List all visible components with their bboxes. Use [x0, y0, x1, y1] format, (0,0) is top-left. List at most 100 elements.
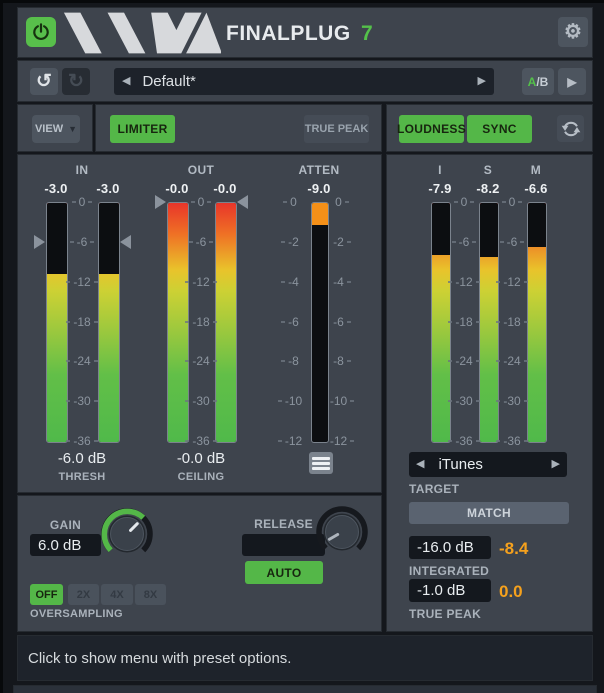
gain-knob[interactable]: [99, 506, 155, 562]
atten-meter-header: ATTEN: [289, 163, 349, 177]
power-button[interactable]: [26, 17, 56, 47]
ceiling-value[interactable]: -0.0 dB: [161, 450, 241, 467]
scale-label: -24: [442, 355, 486, 368]
scale-label: -2: [268, 235, 312, 248]
redo-button[interactable]: ↻: [62, 68, 90, 95]
target-selector[interactable]: ◀ iTunes ▶: [409, 452, 567, 477]
auto-label: AUTO: [267, 566, 302, 580]
bottom-strip: [13, 685, 597, 693]
in-right-peak-value: -3.0: [86, 181, 130, 196]
oversampling-4x-button[interactable]: 4X: [101, 584, 133, 605]
integrated-target-field[interactable]: -16.0 dB: [409, 536, 491, 559]
thresh-marker-right[interactable]: [120, 235, 131, 249]
play-preset-button[interactable]: ▶: [558, 68, 586, 95]
settings-button[interactable]: ⚙: [558, 17, 588, 47]
loudness-meter-value: -7.9: [418, 181, 462, 196]
scale-label: -8: [268, 355, 312, 368]
oversampling-off-button[interactable]: OFF: [30, 584, 63, 605]
scale-label: 0: [60, 196, 104, 209]
view-menu-button[interactable]: VIEW ▼: [32, 115, 80, 143]
integrated-label: INTEGRATED: [409, 564, 489, 578]
limiter-label: LIMITER: [117, 122, 167, 136]
thresh-label: THRESH: [42, 471, 122, 483]
reset-loudness-button[interactable]: [557, 115, 584, 142]
gain-value-field[interactable]: 6.0 dB: [30, 534, 101, 556]
ab-compare-button[interactable]: A/B: [522, 68, 554, 95]
loudness-meter-value: -6.6: [514, 181, 558, 196]
scale-label: -30: [60, 395, 104, 408]
out-left-peak-value: -0.0: [155, 181, 199, 196]
scale-label: -18: [442, 315, 486, 328]
scale-label: -30: [442, 395, 486, 408]
scale-label: -2: [320, 235, 364, 248]
loudness-panel: ◀ iTunes ▶ TARGET MATCH -16.0 dB -8.4 IN…: [386, 154, 593, 632]
release-knob[interactable]: [314, 504, 370, 560]
wave-arts-logo: [61, 10, 221, 56]
match-button[interactable]: MATCH: [409, 502, 569, 524]
loudness-toggle[interactable]: LOUDNESS: [399, 115, 464, 143]
refresh-icon: [560, 118, 582, 140]
scale-label: -12: [490, 275, 534, 288]
loudness-meter-header: I: [420, 163, 460, 177]
loudness-meter-header: S: [468, 163, 508, 177]
release-auto-toggle[interactable]: AUTO: [245, 561, 323, 584]
undo-button[interactable]: ↺: [30, 68, 58, 95]
scale-label: -6: [179, 235, 223, 248]
scale-label: -12: [179, 275, 223, 288]
scale-label: -10: [268, 395, 312, 408]
in-meter-header: IN: [52, 163, 112, 177]
oversampling-2x-button[interactable]: 2X: [68, 584, 99, 605]
oversampling-8x-button[interactable]: 8X: [135, 584, 166, 605]
in-left-peak-value: -3.0: [34, 181, 78, 196]
atten-menu-button[interactable]: [309, 452, 333, 474]
scale-label: -6: [320, 315, 364, 328]
scale-label: -36: [442, 435, 486, 448]
loudness-section-header: LOUDNESS SYNC: [386, 104, 593, 152]
undo-icon: ↺: [36, 70, 52, 93]
limiter-section: LIMITER TRUE PEAK: [95, 104, 382, 152]
release-label: RELEASE: [242, 517, 325, 531]
ceiling-marker-left[interactable]: [155, 195, 166, 209]
scale-label: 0: [320, 196, 364, 209]
preset-next-icon[interactable]: ▶: [478, 76, 486, 87]
preset-selector[interactable]: ◀ Default* ▶: [114, 68, 494, 95]
scale-label: -24: [490, 355, 534, 368]
true-peak-readout: 0.0: [499, 582, 523, 602]
preset-name[interactable]: Default*: [142, 73, 195, 90]
preset-prev-icon[interactable]: ◀: [122, 76, 130, 87]
thresh-marker-left[interactable]: [34, 235, 45, 249]
loudness-meter-value: -8.2: [466, 181, 510, 196]
true-peak-target-field[interactable]: -1.0 dB: [409, 579, 491, 602]
thresh-value[interactable]: -6.0 dB: [42, 450, 122, 467]
ceiling-marker-right[interactable]: [237, 195, 248, 209]
sync-toggle[interactable]: SYNC: [467, 115, 532, 143]
scale-label: -18: [179, 315, 223, 328]
scale-label: -30: [179, 395, 223, 408]
target-value[interactable]: iTunes: [438, 456, 482, 473]
preset-bar: ↺ ↻ ◀ Default* ▶ A/B ▶: [17, 60, 593, 102]
ab-a-label: A: [528, 75, 537, 89]
title-bar: FINALPLUG 7 ⚙: [17, 7, 593, 58]
sync-label: SYNC: [482, 122, 517, 136]
scale-label: -6: [268, 315, 312, 328]
play-icon: ▶: [567, 75, 576, 89]
scale-label: 0: [179, 196, 223, 209]
integrated-readout: -8.4: [499, 539, 528, 559]
true-peak-toggle[interactable]: TRUE PEAK: [304, 115, 369, 143]
scale-label: -10: [320, 395, 364, 408]
scale-label: -18: [490, 315, 534, 328]
view-label: VIEW: [35, 123, 63, 135]
release-value-field[interactable]: [242, 534, 325, 556]
power-icon: [30, 21, 52, 43]
scale-label: 0: [268, 196, 312, 209]
oversampling-label: OVERSAMPLING: [30, 608, 123, 620]
scale-label: -8: [320, 355, 364, 368]
scale-label: -24: [179, 355, 223, 368]
target-prev-icon[interactable]: ◀: [416, 459, 424, 470]
plugin-window: FINALPLUG 7 ⚙ ↺ ↻ ◀ Default* ▶ A/B ▶ VIE…: [0, 0, 604, 693]
target-next-icon[interactable]: ▶: [552, 459, 560, 470]
scale-label: -12: [268, 435, 312, 448]
scale-label: -36: [179, 435, 223, 448]
limiter-toggle[interactable]: LIMITER: [110, 115, 175, 143]
target-label: TARGET: [409, 482, 459, 496]
